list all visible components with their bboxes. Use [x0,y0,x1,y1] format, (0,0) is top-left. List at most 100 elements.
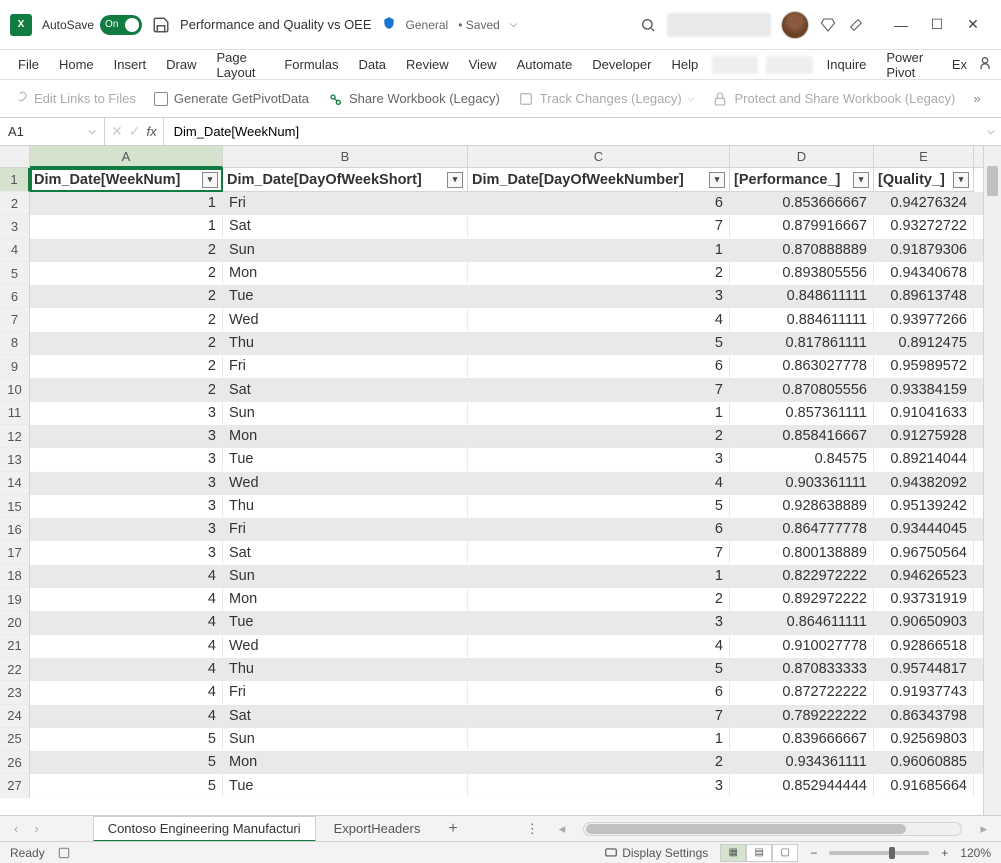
cell-D24[interactable]: 0.789222222 [730,705,874,728]
title-dropdown-icon[interactable]: ⌵ [510,19,518,30]
share-workbook-button[interactable]: Share Workbook (Legacy) [327,91,500,107]
display-settings-button[interactable]: Display Settings [604,846,708,860]
view-page-layout-button[interactable]: ▤ [746,844,772,862]
cell-C3[interactable]: 7 [468,215,730,238]
row-header-21[interactable]: 21 [0,635,30,658]
filter-button-C[interactable]: ▾ [709,172,725,188]
filter-button-A[interactable]: ▾ [202,172,218,188]
cell-E16[interactable]: 0.93444045 [874,518,974,541]
cell-D21[interactable]: 0.910027778 [730,635,874,658]
cell-D20[interactable]: 0.864611111 [730,611,874,634]
cell-B24[interactable]: Sat [223,705,468,728]
cell-B23[interactable]: Fri [223,681,468,704]
cell-E9[interactable]: 0.95989572 [874,355,974,378]
cell-A13[interactable]: 3 [30,448,223,471]
cell-E23[interactable]: 0.91937743 [874,681,974,704]
cell-B5[interactable]: Mon [223,262,468,285]
cell-C14[interactable]: 4 [468,472,730,495]
cell-D15[interactable]: 0.928638889 [730,495,874,518]
toggle-switch[interactable]: On [100,15,142,35]
cell-E4[interactable]: 0.91879306 [874,239,974,262]
cell-B13[interactable]: Tue [223,448,468,471]
sheet-nav-prev-icon[interactable]: ‹ [8,821,24,836]
column-header-A[interactable]: A [30,146,223,168]
fx-icon[interactable]: fx [146,124,156,139]
zoom-thumb[interactable] [889,847,895,859]
tab-file[interactable]: File [8,52,49,77]
cell-C18[interactable]: 1 [468,565,730,588]
cell-A3[interactable]: 1 [30,215,223,238]
save-icon[interactable] [152,16,170,34]
cell-E17[interactable]: 0.96750564 [874,541,974,564]
cell-E8[interactable]: 0.8912475 [874,332,974,355]
zoom-in-button[interactable]: + [941,846,948,860]
cell-D25[interactable]: 0.839666667 [730,728,874,751]
toolbar-overflow-icon[interactable]: » [973,91,980,106]
table-header-C[interactable]: Dim_Date[DayOfWeekNumber]▾ [468,168,730,192]
cell-B8[interactable]: Thu [223,332,468,355]
sensitivity-label[interactable]: General [406,18,449,32]
table-header-A[interactable]: Dim_Date[WeekNum]▾ [30,168,223,192]
add-sheet-button[interactable]: + [438,820,467,838]
cell-B16[interactable]: Fri [223,518,468,541]
cell-E12[interactable]: 0.91275928 [874,425,974,448]
cell-C13[interactable]: 3 [468,448,730,471]
cell-D5[interactable]: 0.893805556 [730,262,874,285]
cell-A8[interactable]: 2 [30,332,223,355]
filter-button-D[interactable]: ▾ [853,172,869,188]
tab-inquire[interactable]: Inquire [817,52,877,77]
name-box[interactable]: A1 ⌵ [0,118,105,145]
cell-E25[interactable]: 0.92569803 [874,728,974,751]
minimize-button[interactable]: — [883,10,919,40]
row-header-26[interactable]: 26 [0,751,30,774]
cell-D17[interactable]: 0.800138889 [730,541,874,564]
cell-C27[interactable]: 3 [468,774,730,797]
hscroll-left-icon[interactable]: ◂ [553,821,572,837]
tab-blurred-1[interactable] [712,56,758,74]
cell-C8[interactable]: 5 [468,332,730,355]
sheet-tab-active[interactable]: Contoso Engineering Manufacturi [93,816,316,842]
cell-A22[interactable]: 4 [30,658,223,681]
cell-B4[interactable]: Sun [223,239,468,262]
generate-pivot-checkbox[interactable]: Generate GetPivotData [154,91,309,106]
row-header-19[interactable]: 19 [0,588,30,611]
cell-B22[interactable]: Thu [223,658,468,681]
cell-A6[interactable]: 2 [30,285,223,308]
tab-automate[interactable]: Automate [507,52,583,77]
wand-icon[interactable] [847,16,865,34]
cell-B2[interactable]: Fri [223,192,468,215]
row-header-23[interactable]: 23 [0,681,30,704]
cell-B15[interactable]: Thu [223,495,468,518]
cell-B17[interactable]: Sat [223,541,468,564]
tab-page-layout[interactable]: Page Layout [207,45,275,85]
row-header-17[interactable]: 17 [0,541,30,564]
horizontal-scrollbar[interactable] [583,822,962,836]
cell-C23[interactable]: 6 [468,681,730,704]
scrollbar-thumb[interactable] [987,166,998,196]
cell-A18[interactable]: 4 [30,565,223,588]
cell-B10[interactable]: Sat [223,378,468,401]
cell-A21[interactable]: 4 [30,635,223,658]
cell-E15[interactable]: 0.95139242 [874,495,974,518]
sheet-menu-icon[interactable]: ⋮ [516,821,549,837]
zoom-level[interactable]: 120% [960,846,991,860]
tab-formulas[interactable]: Formulas [274,52,348,77]
row-header-9[interactable]: 9 [0,355,30,378]
cell-A12[interactable]: 3 [30,425,223,448]
cell-C17[interactable]: 7 [468,541,730,564]
cell-E24[interactable]: 0.86343798 [874,705,974,728]
view-page-break-button[interactable]: ▢ [772,844,798,862]
tab-blurred-2[interactable] [766,56,812,74]
checkbox-icon[interactable] [154,92,168,106]
row-header-27[interactable]: 27 [0,774,30,797]
tab-help[interactable]: Help [661,52,708,77]
cell-C20[interactable]: 3 [468,611,730,634]
cell-C26[interactable]: 2 [468,751,730,774]
cell-D11[interactable]: 0.857361111 [730,402,874,425]
row-header-3[interactable]: 3 [0,215,30,238]
cell-D12[interactable]: 0.858416667 [730,425,874,448]
cell-D7[interactable]: 0.884611111 [730,308,874,331]
hscroll-thumb[interactable] [586,824,906,834]
cell-E18[interactable]: 0.94626523 [874,565,974,588]
cell-C5[interactable]: 2 [468,262,730,285]
